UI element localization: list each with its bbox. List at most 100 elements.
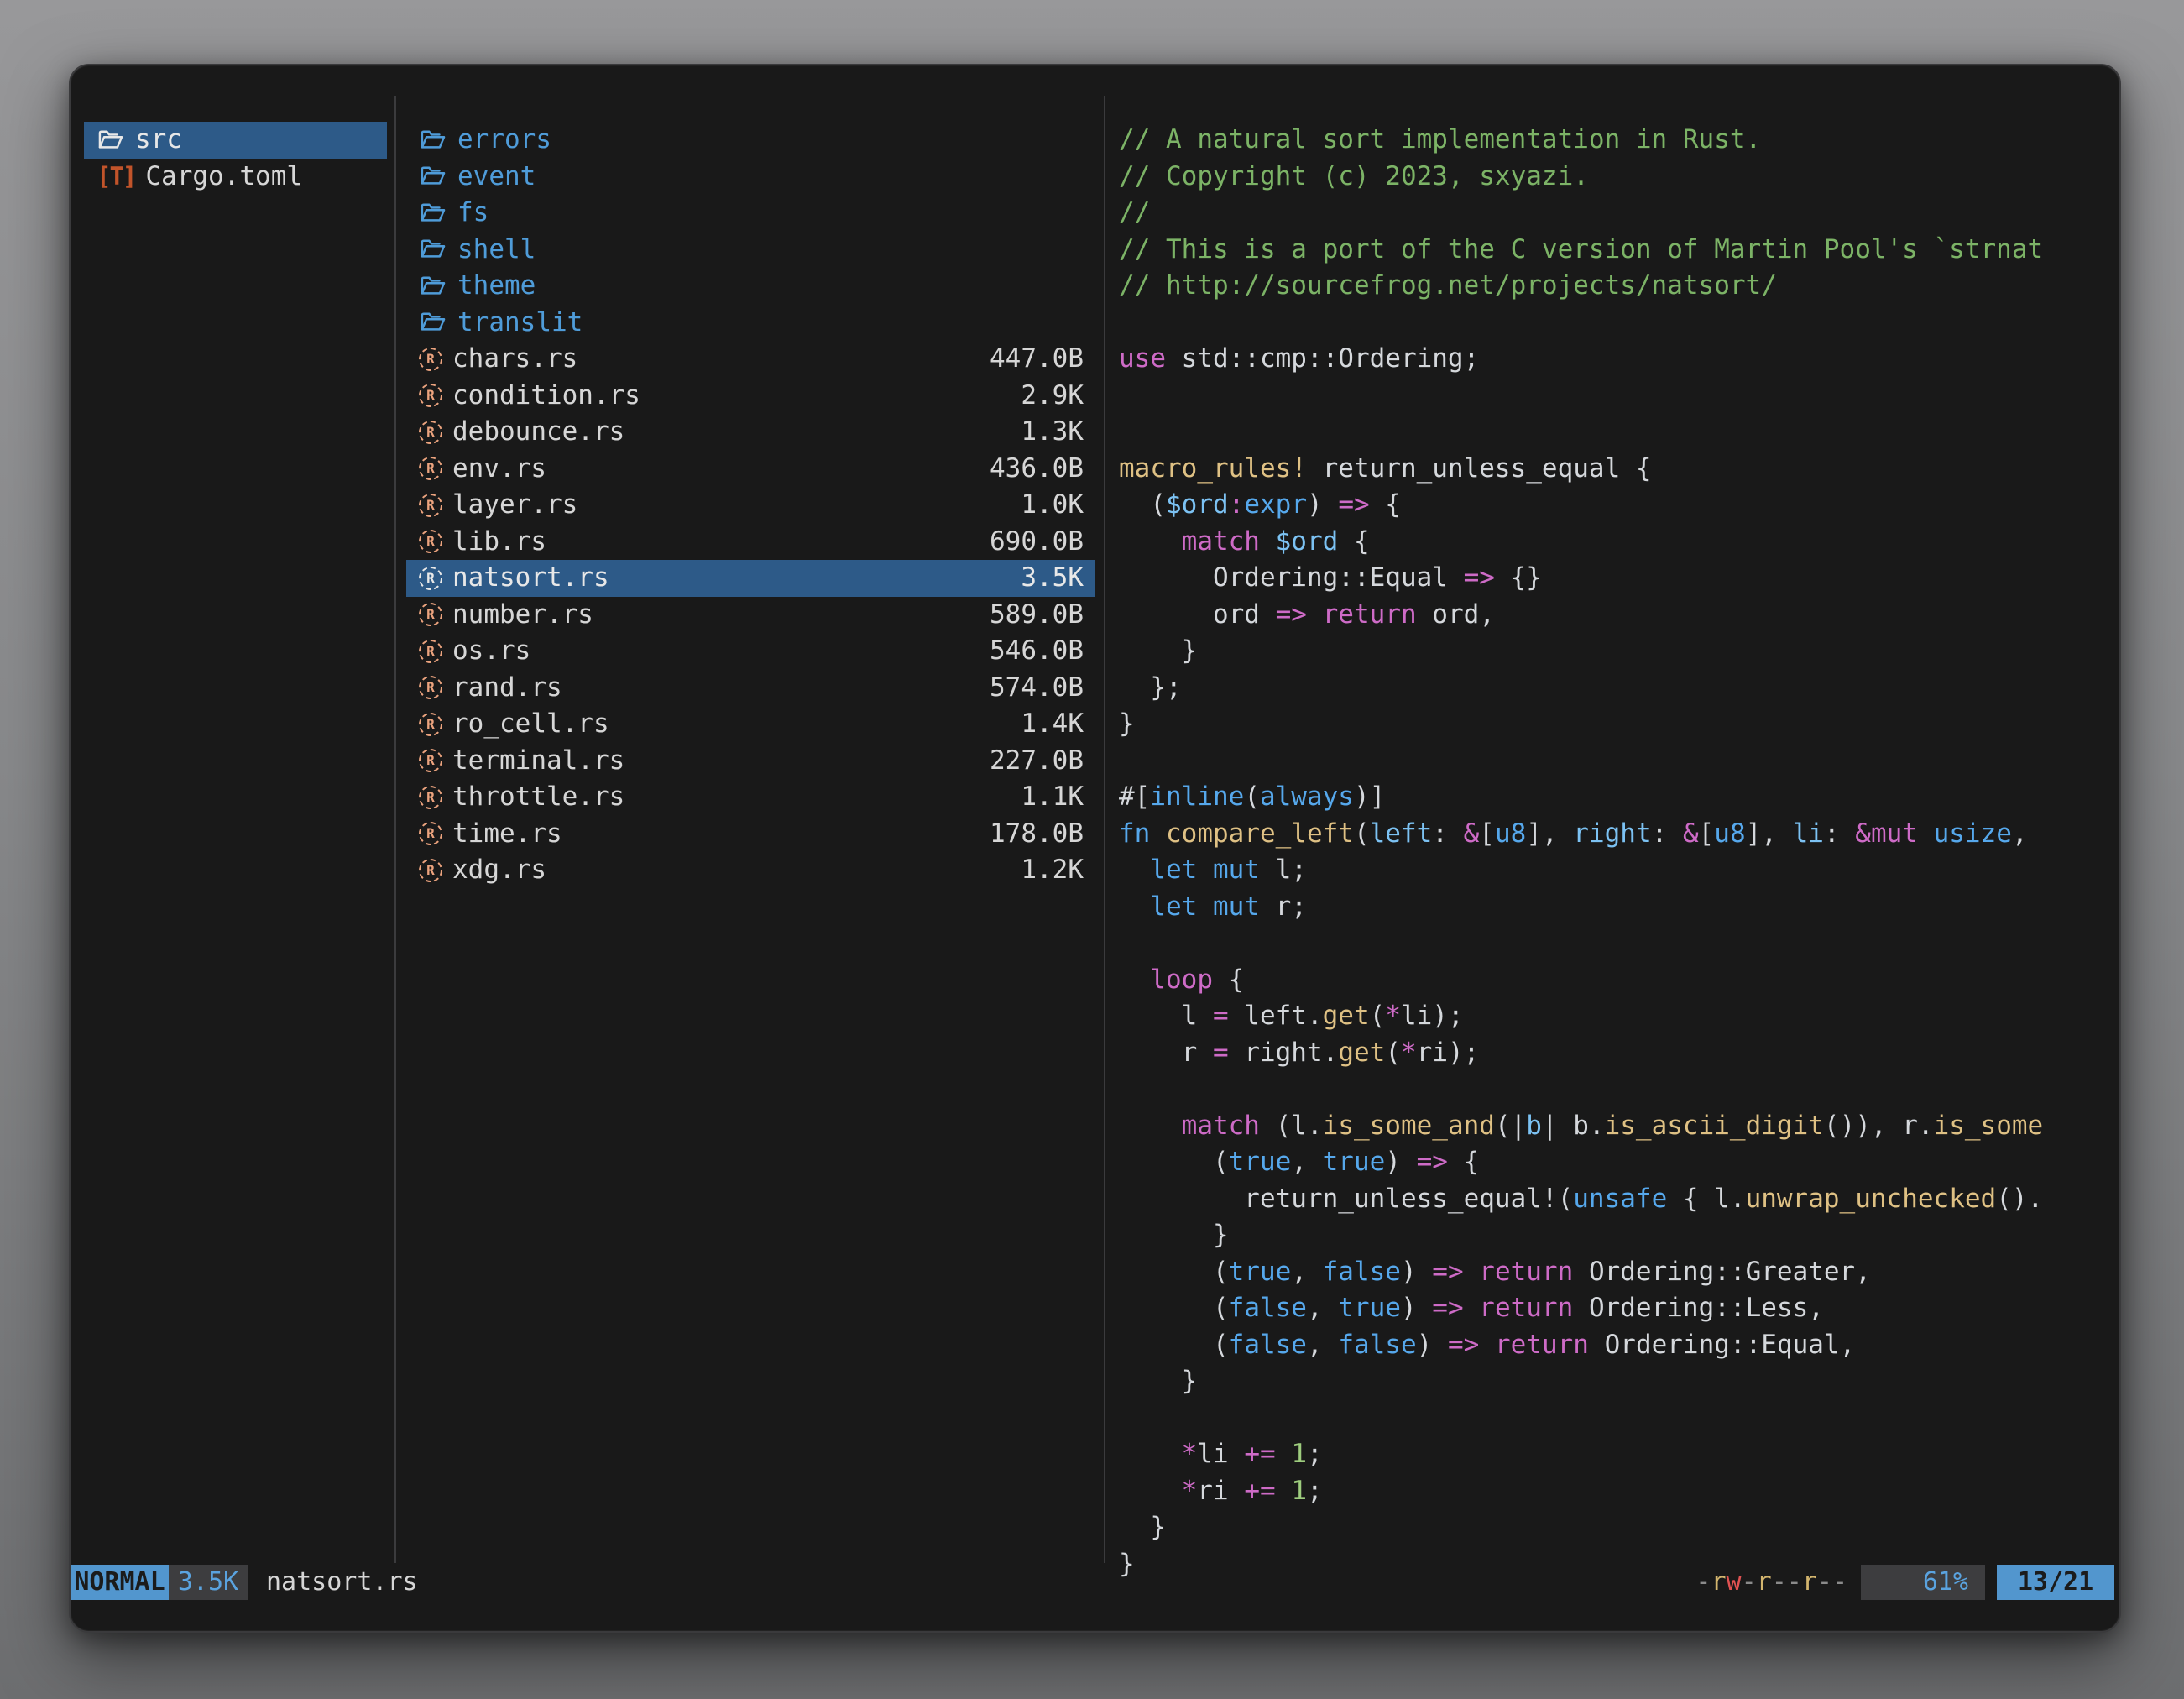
code-line (1119, 1400, 2116, 1437)
status-bar-right: -rw-r--r-- 61% 13/21 (1695, 1565, 2114, 1600)
code-line: } (1119, 633, 2116, 670)
code-line: use std::cmp::Ordering; (1119, 341, 2116, 378)
preview-pane: // A natural sort implementation in Rust… (1119, 122, 2116, 1599)
permission-char: r (1757, 1567, 1772, 1597)
file-row-condition-rs[interactable]: Rcondition.rs 2.9K (406, 378, 1095, 415)
file-name: Cargo.toml (145, 159, 302, 196)
mode-badge: NORMAL (71, 1565, 169, 1600)
file-size: 447.0B (990, 341, 1084, 378)
file-row-event[interactable]: event (406, 159, 1095, 196)
file-name: condition.rs (452, 378, 640, 415)
file-name: theme (457, 268, 536, 305)
file-row-layer-rs[interactable]: Rlayer.rs1.0K (406, 487, 1095, 524)
file-name: env.rs (452, 451, 546, 488)
permission-char: - (1772, 1567, 1787, 1597)
file-row-cargo-toml[interactable]: [T] Cargo.toml (84, 159, 387, 196)
code-line (1119, 378, 2116, 415)
code-line: } (1119, 1217, 2116, 1254)
file-size: 436.0B (990, 451, 1084, 488)
file-row-terminal-rs[interactable]: Rterminal.rs227.0B (406, 743, 1095, 780)
file-name: layer.rs (452, 487, 577, 524)
file-name: throttle.rs (452, 779, 624, 816)
terminal-window: src[T] Cargo.toml errorseventfsshelltheme… (69, 64, 2121, 1633)
file-row-chars-rs[interactable]: Rchars.rs447.0B (406, 341, 1095, 378)
file-size: 1.4K (1021, 706, 1084, 743)
folder-icon (419, 311, 447, 334)
file-row-throttle-rs[interactable]: Rthrottle.rs1.1K (406, 779, 1095, 816)
file-size: 589.0B (990, 597, 1084, 634)
file-row-lib-rs[interactable]: Rlib.rs 690.0B (406, 524, 1095, 561)
file-name: lib.rs (452, 524, 546, 561)
code-line: Ordering::Equal => {} (1119, 560, 2116, 597)
rust-file-icon: R (419, 822, 442, 845)
file-row-time-rs[interactable]: Rtime.rs 178.0B (406, 816, 1095, 853)
folder-icon (97, 128, 125, 152)
file-row-fs[interactable]: fs (406, 195, 1095, 232)
rust-file-icon: R (419, 384, 442, 407)
code-line: (false, false) => return Ordering::Equal… (1119, 1327, 2116, 1364)
file-size: 178.0B (990, 816, 1084, 853)
rust-file-icon: R (419, 457, 442, 480)
permission-char: - (1817, 1567, 1832, 1597)
file-list-pane: errorseventfsshellthemetranslitRchars.rs… (406, 122, 1095, 889)
file-row-translit[interactable]: translit (406, 305, 1095, 342)
rust-file-icon: R (419, 676, 442, 699)
code-line (1119, 925, 2116, 962)
rust-file-icon: R (419, 749, 442, 772)
code-line: *li += 1; (1119, 1436, 2116, 1473)
file-name: natsort.rs (452, 560, 609, 597)
file-row-natsort-rs[interactable]: Rnatsort.rs3.5K (406, 560, 1095, 597)
file-size: 690.0B (990, 524, 1084, 561)
pane-divider-left (394, 96, 396, 1563)
code-line: // A natural sort implementation in Rust… (1119, 122, 2116, 159)
status-filename: natsort.rs (266, 1565, 418, 1600)
code-line: // Copyright (c) 2023, sxyazi. (1119, 159, 2116, 196)
file-row-xdg-rs[interactable]: Rxdg.rs1.2K (406, 852, 1095, 889)
file-name: os.rs (452, 633, 530, 670)
code-line: let mut l; (1119, 852, 2116, 889)
folder-icon (419, 128, 447, 152)
file-row-errors[interactable]: errors (406, 122, 1095, 159)
code-line: fn compare_left(left: &[u8], right: &[u8… (1119, 816, 2116, 853)
permission-char: - (1832, 1567, 1847, 1597)
rust-file-icon: R (419, 494, 442, 517)
file-name: src (135, 122, 182, 159)
code-line: return_unless_equal!(unsafe { l.unwrap_u… (1119, 1181, 2116, 1218)
rust-file-icon: R (419, 530, 442, 553)
toml-file-icon: [T] (97, 159, 135, 196)
file-row-number-rs[interactable]: Rnumber.rs589.0B (406, 597, 1095, 634)
file-name: time.rs (452, 816, 562, 853)
cursor-position-badge: 13/21 (1997, 1565, 2114, 1600)
code-line: (false, true) => return Ordering::Less, (1119, 1290, 2116, 1327)
file-row-shell[interactable]: shell (406, 232, 1095, 269)
folder-icon (419, 165, 447, 188)
file-size: 1.2K (1021, 852, 1084, 889)
file-size: 2.9K (1021, 378, 1084, 415)
code-line: l = left.get(*li); (1119, 998, 2116, 1035)
file-row-env-rs[interactable]: Renv.rs 436.0B (406, 451, 1095, 488)
file-row-theme[interactable]: theme (406, 268, 1095, 305)
folder-icon (419, 238, 447, 261)
file-name: shell (457, 232, 536, 269)
file-name: debounce.rs (452, 414, 624, 451)
code-line: } (1119, 1363, 2116, 1400)
file-name: fs (457, 195, 489, 232)
permission-char: w (1727, 1567, 1742, 1597)
code-line: r = right.get(*ri); (1119, 1035, 2116, 1072)
file-size: 1.1K (1021, 779, 1084, 816)
file-row-rand-rs[interactable]: Rrand.rs574.0B (406, 670, 1095, 707)
rust-file-icon: R (419, 859, 442, 882)
file-size: 1.3K (1021, 414, 1084, 451)
code-line: #[inline(always)] (1119, 779, 2116, 816)
code-line (1119, 1071, 2116, 1108)
file-row-debounce-rs[interactable]: Rdebounce.rs1.3K (406, 414, 1095, 451)
file-row-os-rs[interactable]: Ros.rs546.0B (406, 633, 1095, 670)
file-size: 546.0B (990, 633, 1084, 670)
file-name: terminal.rs (452, 743, 624, 780)
code-line (1119, 743, 2116, 780)
file-row-ro-cell-rs[interactable]: Rro_cell.rs1.4K (406, 706, 1095, 743)
file-permissions: -rw-r--r-- (1695, 1565, 1847, 1600)
code-line: // http://sourcefrog.net/projects/natsor… (1119, 268, 2116, 305)
file-row-src[interactable]: src (84, 122, 387, 159)
code-line: match $ord { (1119, 524, 2116, 561)
